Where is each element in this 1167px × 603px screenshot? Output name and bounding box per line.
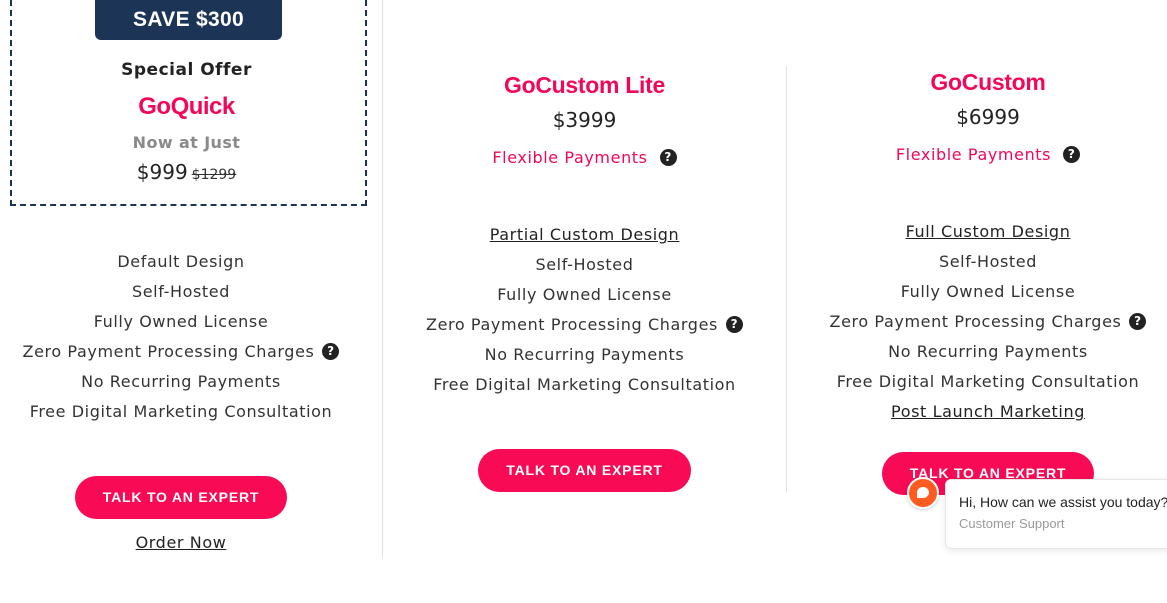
chat-greeting-bubble[interactable]: Hi, How can we assist you today? Custome… [945, 479, 1167, 549]
talk-to-expert-button[interactable]: TALK TO AN EXPERT [75, 476, 287, 519]
question-mark-icon[interactable]: ? [322, 343, 340, 360]
feature-item: Free Digital Marketing Consultation [29, 402, 333, 421]
question-mark-icon[interactable]: ? [725, 316, 743, 333]
feature-link[interactable]: Post Launch Marketing [787, 402, 1167, 422]
feature-item: Free Digital Marketing Consultation [836, 372, 1140, 391]
feature-item: Zero Payment Processing Charges? [383, 315, 786, 335]
feature-link[interactable]: Partial Custom Design [383, 225, 786, 245]
chat-sender: Customer Support [959, 516, 1065, 531]
feature-item: Zero Payment Processing Charges? [787, 312, 1167, 332]
plan-price: $6999 [956, 105, 1020, 129]
feature-item: Self-Hosted [131, 282, 230, 301]
flexible-payments: Flexible Payments? [787, 145, 1167, 164]
chat-icon[interactable] [907, 477, 939, 509]
flexible-payments-label: Flexible Payments [895, 145, 1052, 164]
feature-item: No Recurring Payments [81, 372, 281, 391]
feature-item: No Recurring Payments [484, 345, 685, 364]
feature-item: No Recurring Payments [888, 342, 1088, 361]
order-now-link[interactable]: Order Now [0, 533, 362, 552]
feature-item: Default Design [117, 252, 245, 271]
talk-to-expert-button[interactable]: TALK TO AN EXPERT [478, 449, 691, 492]
feature-item: Fully Owned License [900, 282, 1076, 301]
feature-item: Fully Owned License [497, 285, 672, 304]
feature-label: Zero Payment Processing Charges [22, 342, 315, 361]
chat-message: Hi, How can we assist you today? [959, 494, 1167, 510]
feature-item: Self-Hosted [535, 255, 634, 274]
feature-item: Self-Hosted [938, 252, 1037, 271]
question-mark-icon[interactable]: ? [1129, 313, 1147, 330]
feature-item: Fully Owned License [93, 312, 269, 331]
feature-label: Zero Payment Processing Charges [426, 315, 718, 334]
plan-price: $3999 [552, 108, 617, 132]
plan-name: GoCustom [930, 69, 1046, 95]
feature-label: Zero Payment Processing Charges [829, 312, 1122, 331]
feature-link[interactable]: Full Custom Design [787, 222, 1167, 242]
feature-item: Free Digital Marketing Consultation [433, 375, 736, 394]
flexible-payments-label: Flexible Payments [492, 148, 648, 167]
feature-item: Zero Payment Processing Charges? [0, 342, 362, 362]
question-mark-icon[interactable]: ? [1063, 146, 1081, 163]
plan-gocustom-lite: GoCustom Lite $3999 Flexible Payments? P… [383, 0, 786, 603]
question-mark-icon[interactable]: ? [659, 149, 677, 166]
flexible-payments: Flexible Payments? [383, 148, 786, 167]
plan-name: GoCustom Lite [504, 72, 665, 98]
